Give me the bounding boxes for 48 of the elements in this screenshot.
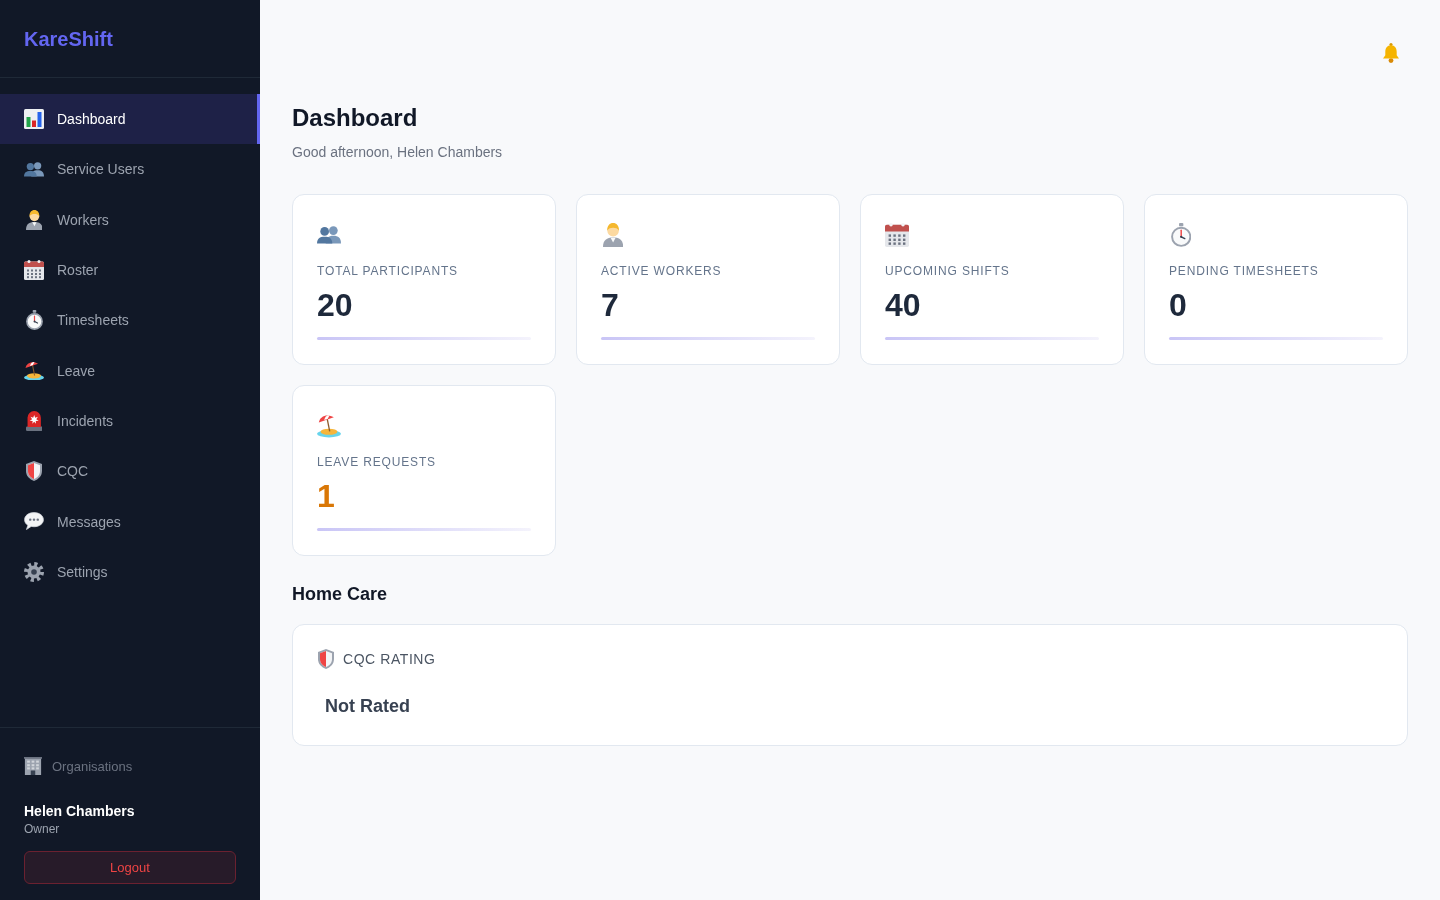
user-name: Helen Chambers [24,802,135,821]
people-icon [24,162,44,177]
stat-value: 0 [1169,286,1187,325]
nav-item[interactable]: Workers [0,194,260,245]
greeting-text: Good afternoon, Helen Chambers [292,143,503,162]
nav-item[interactable]: Leave [0,345,260,396]
stat-label: LEAVE REQUESTS [317,454,436,470]
nav-item[interactable]: Messages [0,496,260,547]
notification-bell-icon[interactable] [1383,43,1399,63]
rating-value: Not Rated [325,695,410,718]
settings-icon [24,561,44,582]
organisations-link[interactable]: Organisations [24,756,133,776]
nav-item[interactable]: CQC [0,446,260,497]
speech-bubble-icon [24,512,44,531]
stat-label: PENDING TIMESHEETS [1169,263,1319,279]
rating-label: CQC RATING [343,651,436,667]
shield-icon [318,649,334,669]
shield-icon [26,461,42,482]
nav-item[interactable]: Service Users [0,144,260,195]
people-icon [317,226,341,244]
stopwatch-icon [1170,223,1192,247]
app-logo: KareShift [24,26,113,51]
stat-value: 7 [601,286,619,325]
page-title: Dashboard [292,103,418,133]
bar-chart-icon [24,109,44,130]
person-icon [25,209,43,230]
stat-label: UPCOMING SHIFTS [885,263,1010,279]
nav-item[interactable]: Roster [0,244,260,296]
beach-umbrella-icon [24,360,44,381]
calendar-icon [24,260,44,281]
stat-value: 1 [317,477,335,516]
calendar-icon [885,223,909,247]
siren-light-icon [25,410,43,431]
stat-value: 40 [885,286,921,325]
stopwatch-icon [25,310,43,331]
nav-item[interactable]: Settings [0,546,260,597]
person-icon [602,223,624,247]
building-icon [24,757,42,775]
beach-umbrella-icon [317,414,341,438]
stat-label: ACTIVE WORKERS [601,263,722,279]
section-title: Home Care [292,583,388,606]
nav-item[interactable]: Timesheets [0,295,260,346]
stat-value: 20 [317,286,353,325]
stat-label: TOTAL PARTICIPANTS [317,263,458,279]
nav-item[interactable]: Dashboard [0,94,260,145]
logout-button[interactable]: Logout [24,851,236,884]
nav-item[interactable]: Incidents [0,395,260,447]
user-role: Owner [24,821,60,837]
